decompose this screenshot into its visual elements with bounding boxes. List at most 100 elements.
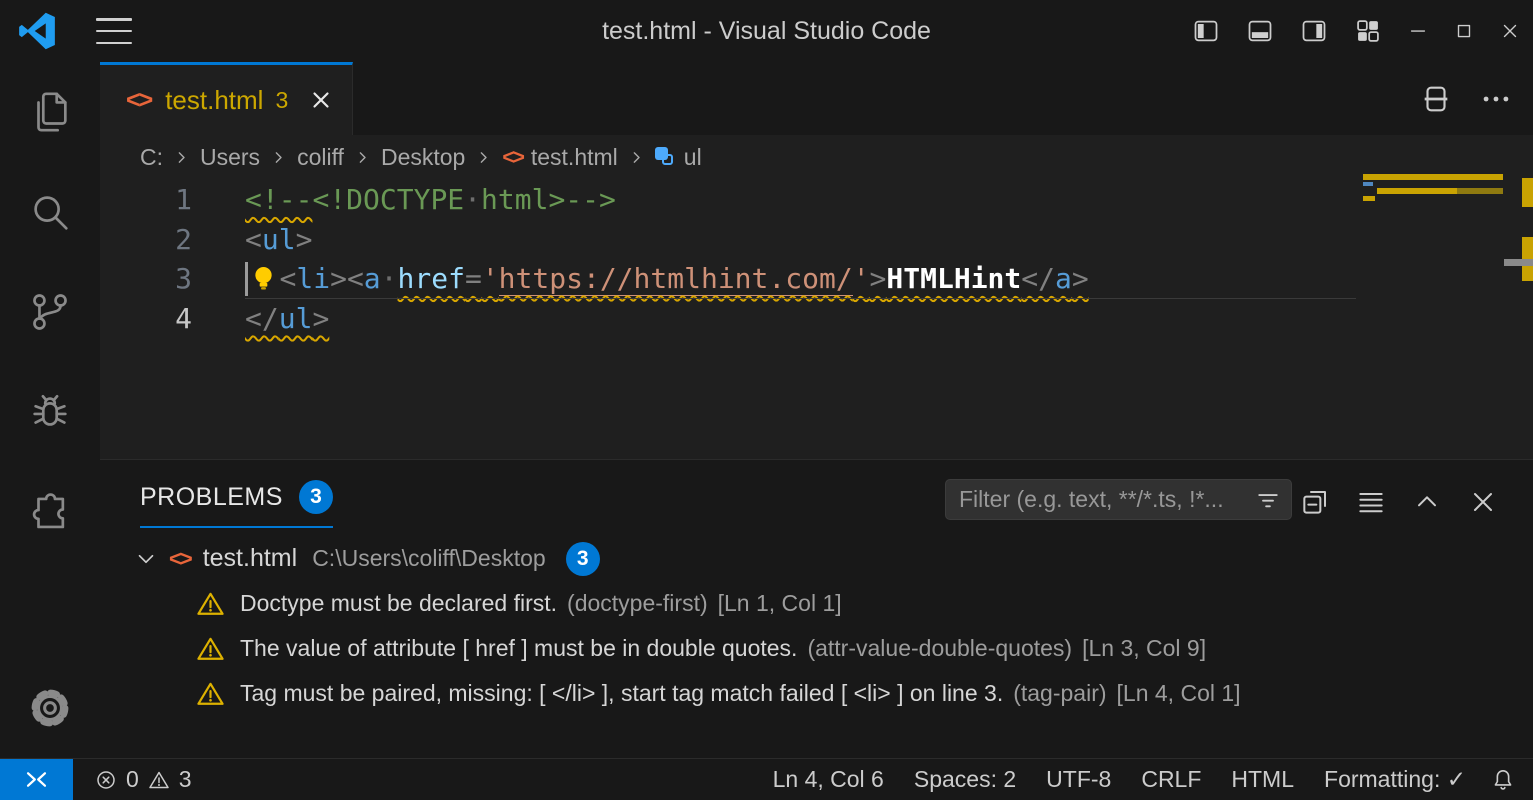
code-token: html>-->: [481, 183, 616, 216]
code-token: >: [1072, 262, 1089, 295]
code-line-3[interactable]: 3<li><a·href='https://htmlhint.com/'>HTM…: [100, 259, 1533, 299]
maximize-panel-icon[interactable]: [1407, 482, 1447, 522]
toggle-primary-sidebar-icon[interactable]: [1179, 0, 1233, 62]
problems-summary[interactable]: 0 3: [79, 759, 207, 800]
minimap[interactable]: [1363, 174, 1504, 201]
view-as-table-icon[interactable]: [1351, 482, 1391, 522]
run-and-debug-icon[interactable]: [0, 362, 100, 462]
toggle-secondary-sidebar-icon[interactable]: [1287, 0, 1341, 62]
breadcrumb-item-coliff[interactable]: coliff: [297, 144, 344, 171]
tab-close-icon[interactable]: [306, 85, 336, 115]
warning-icon: [196, 679, 225, 708]
code-token: >: [330, 262, 347, 295]
breadcrumb-item-c-[interactable]: C:: [140, 144, 163, 171]
source-control-icon[interactable]: [0, 262, 100, 362]
notifications-bell-icon[interactable]: [1481, 759, 1525, 800]
explorer-icon[interactable]: [0, 62, 100, 162]
tab-problems[interactable]: PROBLEMS 3: [140, 480, 333, 528]
settings-gear-icon[interactable]: [0, 658, 100, 758]
warning-count: 3: [179, 766, 192, 793]
problems-filter-input[interactable]: [946, 486, 1253, 513]
code-token: <!--: [245, 183, 312, 216]
breadcrumb: C: Users coliff Desktop <> test.html ul: [100, 135, 1533, 180]
menu-hamburger-icon[interactable]: [96, 18, 132, 44]
problems-file-group[interactable]: <> test.html C:\Users\coliff\Desktop 3: [100, 536, 1533, 581]
scrollbar-thumb[interactable]: [1504, 259, 1533, 266]
code-token: a: [1055, 262, 1072, 295]
filter-icon[interactable]: [1253, 485, 1283, 515]
status-eol[interactable]: CRLF: [1126, 759, 1216, 800]
html-file-icon: <>: [126, 86, 151, 115]
breadcrumb-label: Desktop: [381, 144, 465, 171]
chevron-down-icon[interactable]: [133, 546, 159, 572]
status-label: Formatting: ✓: [1324, 766, 1466, 793]
problem-message: The value of attribute [ href ] must be …: [240, 635, 797, 662]
problems-count-badge: 3: [299, 480, 333, 514]
breadcrumb-item-desktop[interactable]: Desktop: [381, 144, 465, 171]
extensions-icon[interactable]: [0, 462, 100, 562]
code-token: https://htmlhint.com/: [499, 262, 853, 296]
problem-rule: (tag-pair): [1013, 680, 1106, 707]
breadcrumb-item-ul[interactable]: ul: [655, 144, 702, 171]
breadcrumb-separator-icon: [628, 149, 645, 166]
text-cursor: [245, 262, 248, 296]
line-number: 4: [100, 302, 192, 335]
problem-location: [Ln 1, Col 1]: [718, 590, 842, 617]
breadcrumb-item-users[interactable]: Users: [200, 144, 260, 171]
search-icon[interactable]: [0, 162, 100, 262]
tab-test-html[interactable]: <> test.html 3: [100, 62, 353, 135]
customize-layout-icon[interactable]: [1341, 0, 1395, 62]
code-editor[interactable]: 1<!--<!DOCTYPE·html>-->2<ul>3<li><a·href…: [100, 180, 1533, 459]
status-formatting[interactable]: Formatting: ✓: [1309, 759, 1481, 800]
problems-file-name: test.html: [203, 544, 297, 573]
status-language[interactable]: HTML: [1216, 759, 1309, 800]
code-token: >: [296, 223, 313, 256]
problem-row-3[interactable]: Tag must be paired, missing: [ </li> ], …: [100, 671, 1533, 716]
code-token: </: [245, 302, 279, 335]
status-label: Spaces: 2: [914, 766, 1016, 793]
close-window-button[interactable]: [1487, 0, 1533, 62]
code-token: >: [870, 262, 887, 295]
status-bar: 0 3 Ln 4, Col 6 Spaces: 2 UTF-8 CRLF HTML For…: [0, 758, 1533, 800]
minimize-button[interactable]: [1395, 0, 1441, 62]
html-file-icon: <>: [502, 146, 523, 170]
split-editor-icon[interactable]: [1419, 82, 1453, 116]
code-token: ': [482, 262, 499, 295]
status-indentation[interactable]: Spaces: 2: [899, 759, 1031, 800]
error-count: 0: [126, 766, 139, 793]
problem-row-1[interactable]: Doctype must be declared first.(doctype-…: [100, 581, 1533, 626]
close-panel-icon[interactable]: [1463, 482, 1503, 522]
collapse-all-icon[interactable]: [1295, 482, 1335, 522]
remote-indicator[interactable]: [0, 759, 73, 800]
warning-icon: [196, 589, 225, 618]
breadcrumb-label: Users: [200, 144, 260, 171]
maximize-button[interactable]: [1441, 0, 1487, 62]
breadcrumb-separator-icon: [475, 149, 492, 166]
code-token: ·: [381, 262, 398, 295]
code-line-2[interactable]: 2<ul>: [100, 220, 1533, 260]
problems-tree: <> test.html C:\Users\coliff\Desktop 3 D…: [100, 536, 1533, 716]
status-label: Ln 4, Col 6: [773, 766, 884, 793]
lightbulb-icon[interactable]: [252, 264, 275, 294]
code-line-4[interactable]: 4</ul>: [100, 299, 1533, 339]
tab-label: test.html: [165, 85, 263, 116]
activity-bar: [0, 62, 100, 758]
status-encoding[interactable]: UTF-8: [1031, 759, 1126, 800]
more-actions-icon[interactable]: [1479, 82, 1513, 116]
code-token: li: [296, 262, 330, 295]
breadcrumb-label: test.html: [531, 144, 618, 171]
problem-row-2[interactable]: The value of attribute [ href ] must be …: [100, 626, 1533, 671]
symbol-element-icon: [655, 147, 676, 168]
toggle-panel-icon[interactable]: [1233, 0, 1287, 62]
problems-filter: [945, 479, 1292, 520]
status-line-col[interactable]: Ln 4, Col 6: [758, 759, 899, 800]
line-number: 3: [100, 262, 192, 295]
breadcrumb-item-test-html[interactable]: <> test.html: [502, 144, 617, 171]
html-file-icon: <>: [169, 546, 191, 572]
code-line-1[interactable]: 1<!--<!DOCTYPE·html>-->: [100, 180, 1533, 220]
breadcrumb-separator-icon: [270, 149, 287, 166]
problem-rule: (doctype-first): [567, 590, 708, 617]
code-token: href: [398, 262, 465, 295]
status-label: CRLF: [1141, 766, 1201, 793]
file-problems-badge: 3: [566, 542, 600, 576]
